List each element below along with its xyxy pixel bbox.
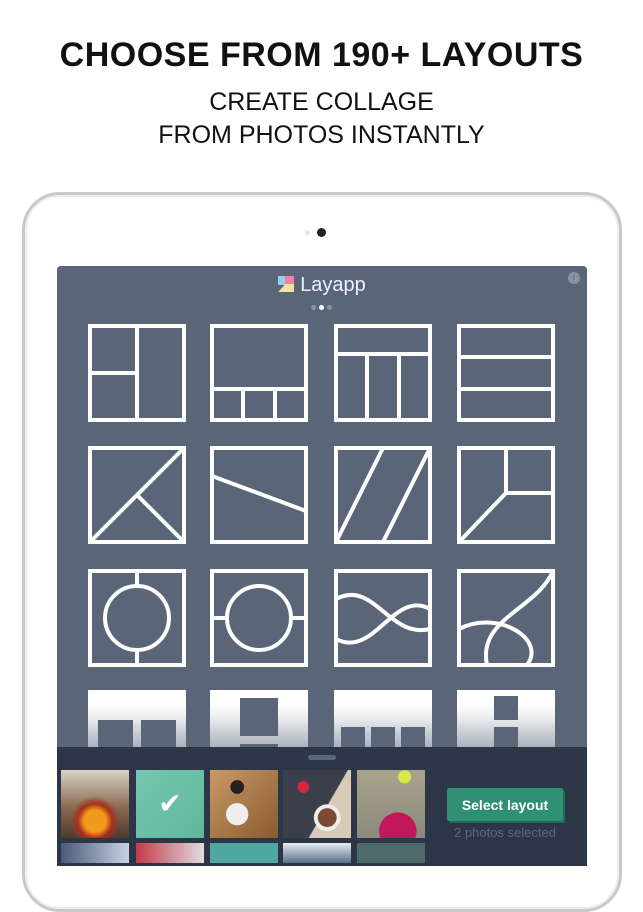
subline-2: FROM PHOTOS INSTANTLY (158, 121, 485, 149)
subline-1: CREATE COLLAGE (209, 88, 434, 116)
layout-option[interactable] (457, 446, 555, 544)
photo-thumbnail[interactable] (283, 843, 351, 863)
layapp-logo-icon (278, 276, 295, 292)
headline: CHOOSE FROM 190+ LAYOUTS (59, 36, 584, 74)
photo-thumbnail[interactable] (61, 843, 129, 863)
fade-overlay (57, 686, 587, 748)
layout-option[interactable] (334, 324, 432, 422)
layout-option[interactable] (210, 324, 308, 422)
drag-handle[interactable] (308, 755, 336, 760)
select-layout-button[interactable]: Select layout (447, 788, 563, 821)
layout-option[interactable] (210, 569, 308, 667)
layout-option[interactable] (334, 446, 432, 544)
layout-option[interactable] (88, 569, 186, 667)
page-dot (311, 305, 316, 310)
page-dot-active (319, 305, 324, 310)
layout-option[interactable] (334, 569, 432, 667)
photo-thumbnail[interactable] (210, 843, 278, 863)
app-screen: Layapp i ✔ Select layout 2 photos select… (57, 266, 587, 866)
layout-option[interactable] (88, 446, 186, 544)
app-title: Layapp (300, 274, 366, 296)
layout-option[interactable] (457, 324, 555, 422)
photo-tray: ✔ Select layout 2 photos selected (57, 747, 587, 866)
photo-thumbnail-selected[interactable]: ✔ (136, 770, 204, 838)
app-header: Layapp (57, 274, 587, 297)
camera (317, 228, 326, 237)
info-icon[interactable]: i (568, 272, 580, 284)
photo-thumbnail[interactable] (136, 843, 204, 863)
checkmark-icon: ✔ (158, 788, 182, 819)
photo-thumbnail[interactable] (61, 770, 129, 838)
subheadline: CREATE COLLAGE FROM PHOTOS INSTANTLY (0, 86, 643, 152)
photo-thumbnail[interactable] (283, 770, 351, 838)
page-indicator[interactable] (311, 305, 332, 310)
sensor (305, 230, 310, 235)
page-dot (327, 305, 332, 310)
photo-thumbnail[interactable] (357, 843, 425, 863)
layout-option[interactable] (457, 569, 555, 667)
photo-thumbnail[interactable] (210, 770, 278, 838)
photo-thumbnail[interactable] (357, 770, 425, 838)
selection-status: 2 photos selected (454, 825, 556, 840)
layout-option[interactable] (210, 446, 308, 544)
layout-option[interactable] (88, 324, 186, 422)
